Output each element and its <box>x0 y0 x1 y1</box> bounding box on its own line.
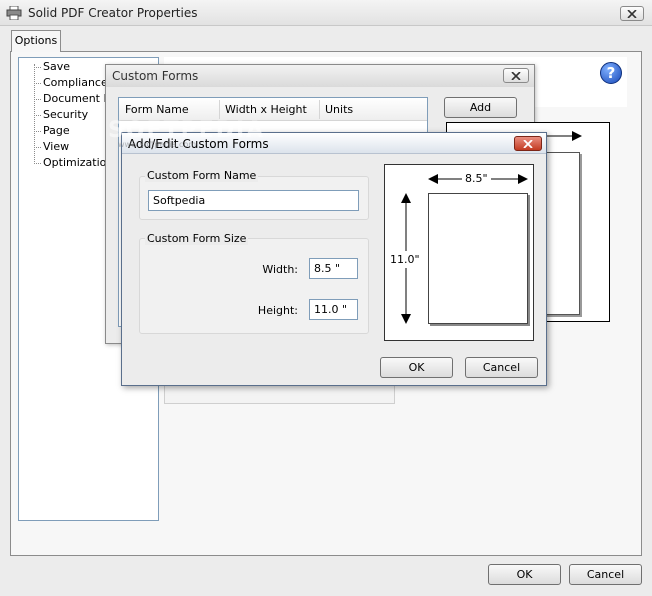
cancel-button[interactable]: Cancel <box>569 564 642 585</box>
height-label: Height: <box>257 304 298 317</box>
tab-options[interactable]: Options <box>11 30 61 52</box>
form-name-input[interactable]: Softpedia <box>148 190 359 211</box>
form-size-group-label: Custom Form Size <box>145 232 249 245</box>
width-arrow-icon <box>544 131 582 141</box>
tree-connector <box>34 131 41 132</box>
form-name-group-label: Custom Form Name <box>145 169 259 182</box>
tree-connector <box>34 67 41 68</box>
close-icon <box>523 139 533 148</box>
tree-item-optimization[interactable]: Optimization <box>43 156 113 169</box>
custom-forms-close-button[interactable] <box>503 68 529 83</box>
tree-item-security[interactable]: Security <box>43 108 88 121</box>
tree-item-compliance[interactable]: Compliance <box>43 76 108 89</box>
close-icon <box>627 9 637 18</box>
width-label: Width: <box>262 263 298 276</box>
dialog-cancel-button[interactable]: Cancel <box>465 357 538 378</box>
width-input[interactable]: 8.5 " <box>309 258 358 279</box>
window-title: Solid PDF Creator Properties <box>28 6 198 20</box>
tree-item-page[interactable]: Page <box>43 124 70 137</box>
preview-height-label: 11.0" <box>390 251 420 268</box>
add-edit-close-button[interactable] <box>514 136 542 151</box>
tree-item-document-info[interactable]: Document In <box>43 92 114 105</box>
dialog-ok-button[interactable]: OK <box>380 357 453 378</box>
tree-item-save[interactable]: Save <box>43 60 70 73</box>
printer-icon <box>6 6 22 20</box>
add-button[interactable]: Add <box>444 97 517 118</box>
preview-width-label: 8.5" <box>462 172 491 185</box>
tree-connector <box>34 115 41 116</box>
window-close-button[interactable] <box>620 6 644 21</box>
tree-connector <box>34 163 41 164</box>
tree-connector <box>34 147 41 148</box>
ok-button[interactable]: OK <box>488 564 561 585</box>
column-units[interactable]: Units <box>319 98 419 121</box>
help-icon[interactable]: ? <box>600 62 622 84</box>
custom-forms-title: Custom Forms <box>112 69 199 83</box>
tree-line <box>34 64 35 164</box>
settings-panel-edge <box>164 384 395 404</box>
height-input[interactable]: 11.0 " <box>309 299 358 320</box>
tree-connector <box>34 83 41 84</box>
tree-connector <box>34 99 41 100</box>
tree-item-view[interactable]: View <box>43 140 69 153</box>
close-icon <box>511 71 521 80</box>
watermark-url: www.softpedia.com <box>118 140 197 149</box>
preview-paper <box>428 193 528 324</box>
